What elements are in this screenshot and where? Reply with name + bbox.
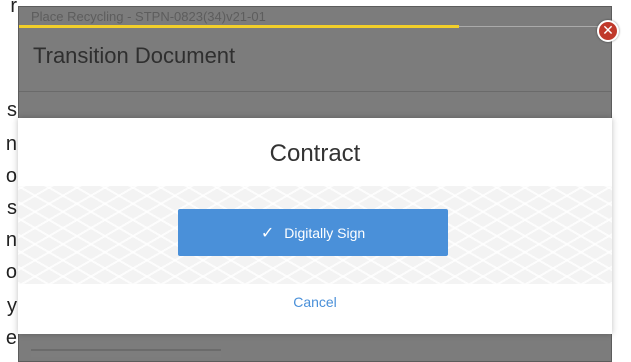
- edge-letter: o: [5, 261, 17, 283]
- sign-button-label: Digitally Sign: [284, 224, 366, 241]
- progress-bar-track: [459, 26, 609, 27]
- screen: r s n o s n o y e Place Recycling - STPN…: [0, 0, 631, 362]
- window-header-text: Place Recycling - STPN-0823(34)v21-01: [31, 9, 266, 24]
- document-edge-text: r s n o s n o y e: [0, 0, 18, 362]
- page-title: Transition Document: [33, 43, 236, 68]
- cancel-link[interactable]: Cancel: [18, 294, 612, 310]
- contract-modal: Contract ✓ Digitally Sign Cancel: [18, 118, 612, 334]
- edge-letter: r: [10, 0, 17, 17]
- background-text-fragment: [31, 349, 221, 357]
- edge-letter: s: [7, 99, 17, 121]
- modal-title: Contract: [269, 140, 361, 167]
- edge-letter: o: [5, 165, 17, 187]
- divider: [19, 91, 611, 92]
- edge-letter: n: [5, 133, 17, 155]
- close-icon[interactable]: ✕: [597, 20, 619, 42]
- edge-letter: s: [7, 197, 17, 219]
- digitally-sign-button[interactable]: ✓ Digitally Sign: [178, 209, 448, 256]
- check-icon: ✓: [260, 222, 275, 242]
- edge-letter: e: [5, 327, 17, 349]
- progress-bar-fill: [19, 25, 459, 28]
- edge-letter: y: [7, 295, 17, 317]
- edge-letter: n: [5, 229, 17, 251]
